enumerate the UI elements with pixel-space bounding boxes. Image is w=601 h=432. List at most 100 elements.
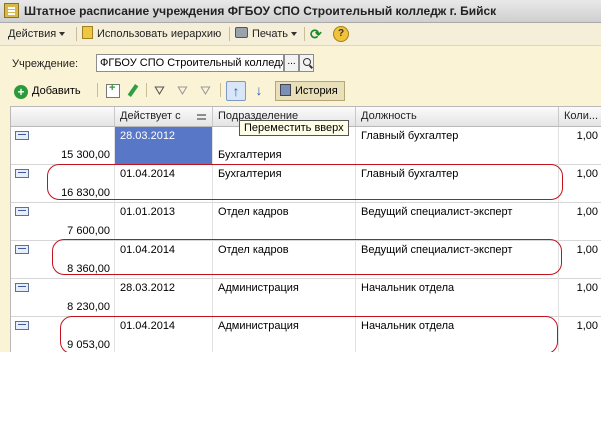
institution-label: Учреждение:: [12, 58, 79, 70]
salary-value: 15 300,00: [61, 149, 110, 161]
row-icon-cell: 9 053,00: [11, 317, 115, 352]
toolbar-divider: [146, 83, 147, 97]
position-cell[interactable]: Начальник отдела: [356, 279, 559, 317]
start-date-value: 28.03.2012: [120, 130, 176, 142]
record-icon: [15, 321, 29, 330]
position-cell[interactable]: Начальник отдела: [356, 317, 559, 352]
department-value: Отдел кадров: [218, 244, 289, 256]
department-value: Администрация: [218, 320, 299, 332]
table-row[interactable]: 16 830,00 01.04.2014 Бухгалтерия Главный…: [11, 165, 601, 203]
salary-value: 16 830,00: [61, 187, 110, 199]
filter-icon[interactable]: ⛛: [154, 84, 168, 98]
record-icon: [15, 131, 29, 140]
record-icon: [15, 169, 29, 178]
record-icon: [15, 245, 29, 254]
start-date-value: 28.03.2012: [120, 282, 176, 294]
position-value: Начальник отдела: [361, 282, 455, 294]
history-button[interactable]: История: [275, 81, 345, 101]
move-down-button[interactable]: ↓: [249, 81, 269, 101]
printer-icon: [235, 27, 248, 38]
position-cell[interactable]: Ведущий специалист-эксперт: [356, 203, 559, 241]
actions-menu-label: Действия: [8, 28, 57, 40]
department-cell[interactable]: Отдел кадров: [213, 203, 356, 241]
salary-value: 8 360,00: [67, 263, 110, 275]
help-icon[interactable]: ?: [333, 26, 349, 42]
position-value: Ведущий специалист-эксперт: [361, 206, 513, 218]
salary-value: 9 053,00: [67, 339, 110, 351]
column-header-quantity[interactable]: Коли...: [559, 107, 601, 126]
use-hierarchy-label: Использовать иерархию: [97, 28, 222, 40]
row-icon-cell: 8 360,00: [11, 241, 115, 279]
add-button[interactable]: + Добавить: [14, 83, 81, 99]
add-button-label: Добавить: [32, 85, 81, 97]
use-hierarchy-button[interactable]: Использовать иерархию: [82, 26, 221, 42]
column-header-position[interactable]: Должность: [356, 107, 559, 126]
quantity-value: 1,00: [576, 130, 598, 142]
institution-select-button[interactable]: ...: [284, 54, 299, 72]
position-cell[interactable]: Главный бухгалтер: [356, 165, 559, 203]
hierarchy-icon: [82, 26, 93, 39]
table-row[interactable]: 8 230,00 28.03.2012 Администрация Началь…: [11, 279, 601, 317]
window-title: Штатное расписание учреждения ФГБОУ СПО …: [24, 4, 497, 18]
department-cell[interactable]: Администрация: [213, 317, 356, 352]
start-date-value: 01.04.2014: [120, 168, 176, 180]
main-toolbar: Действия Использовать иерархию Печать: [0, 23, 601, 46]
position-cell[interactable]: Главный бухгалтер: [356, 127, 559, 165]
department-cell[interactable]: Отдел кадров: [213, 241, 356, 279]
start-date-cell[interactable]: 28.03.2012: [115, 279, 213, 317]
icon-column-header: [11, 107, 115, 126]
print-menu-label: Печать: [252, 28, 289, 40]
staff-schedule-window: Штатное расписание учреждения ФГБОУ СПО …: [0, 0, 601, 352]
quantity-value: 1,00: [576, 244, 598, 256]
start-date-cell[interactable]: 01.04.2014: [115, 317, 213, 352]
edit-pencil-icon[interactable]: [126, 84, 140, 98]
record-icon: [15, 207, 29, 216]
quantity-cell[interactable]: 1,00: [559, 165, 601, 203]
department-value: Бухгалтерия: [218, 168, 282, 180]
quantity-value: 1,00: [576, 168, 598, 180]
institution-field[interactable]: ФГБОУ СПО Строительный колледж: [96, 54, 284, 72]
position-cell[interactable]: Ведущий специалист-эксперт: [356, 241, 559, 279]
record-icon: [15, 283, 29, 292]
department-value: Бухгалтерия: [218, 149, 282, 161]
table-row[interactable]: 7 600,00 01.01.2013 Отдел кадров Ведущий…: [11, 203, 601, 241]
quantity-cell[interactable]: 1,00: [559, 317, 601, 352]
start-date-cell[interactable]: 01.04.2014: [115, 165, 213, 203]
start-date-value: 01.04.2014: [120, 320, 176, 332]
row-icon-cell: 8 230,00: [11, 279, 115, 317]
clear-filter-icon[interactable]: ⛛: [200, 84, 214, 98]
column-header-label: Коли...: [564, 110, 599, 122]
quantity-cell[interactable]: 1,00: [559, 241, 601, 279]
row-icon-cell: 7 600,00: [11, 203, 115, 241]
quantity-cell[interactable]: 1,00: [559, 127, 601, 165]
institution-search-icon[interactable]: [299, 54, 314, 72]
quantity-cell[interactable]: 1,00: [559, 203, 601, 241]
position-value: Главный бухгалтер: [361, 130, 459, 142]
start-date-cell[interactable]: 28.03.2012: [115, 127, 213, 165]
refresh-icon[interactable]: ⟳: [310, 27, 324, 41]
department-cell[interactable]: Администрация: [213, 279, 356, 317]
sort-icon: [197, 114, 206, 120]
print-menu[interactable]: Печать: [235, 26, 298, 42]
staff-schedule-table: Действует с Подразделение Должность Коли…: [10, 106, 601, 352]
move-up-button[interactable]: ↑: [226, 81, 246, 101]
table-row[interactable]: 9 053,00 01.04.2014 Администрация Началь…: [11, 317, 601, 352]
column-header-start-date[interactable]: Действует с: [115, 107, 213, 126]
filter-current-icon[interactable]: ⛛: [177, 84, 191, 98]
start-date-cell[interactable]: 01.01.2013: [115, 203, 213, 241]
chevron-down-icon: [291, 32, 298, 37]
quantity-value: 1,00: [576, 282, 598, 294]
department-cell[interactable]: Бухгалтерия: [213, 165, 356, 203]
toolbar-divider: [76, 27, 77, 41]
history-icon: [280, 84, 291, 96]
table-row[interactable]: 8 360,00 01.04.2014 Отдел кадров Ведущий…: [11, 241, 601, 279]
actions-menu[interactable]: Действия: [8, 26, 66, 42]
quantity-cell[interactable]: 1,00: [559, 279, 601, 317]
start-date-value: 01.04.2014: [120, 244, 176, 256]
move-up-tooltip: Переместить вверх: [239, 120, 349, 136]
toolbar-divider: [97, 83, 98, 97]
copy-add-icon[interactable]: [106, 82, 120, 98]
position-value: Начальник отдела: [361, 320, 455, 332]
position-value: Ведущий специалист-эксперт: [361, 244, 513, 256]
start-date-cell[interactable]: 01.04.2014: [115, 241, 213, 279]
